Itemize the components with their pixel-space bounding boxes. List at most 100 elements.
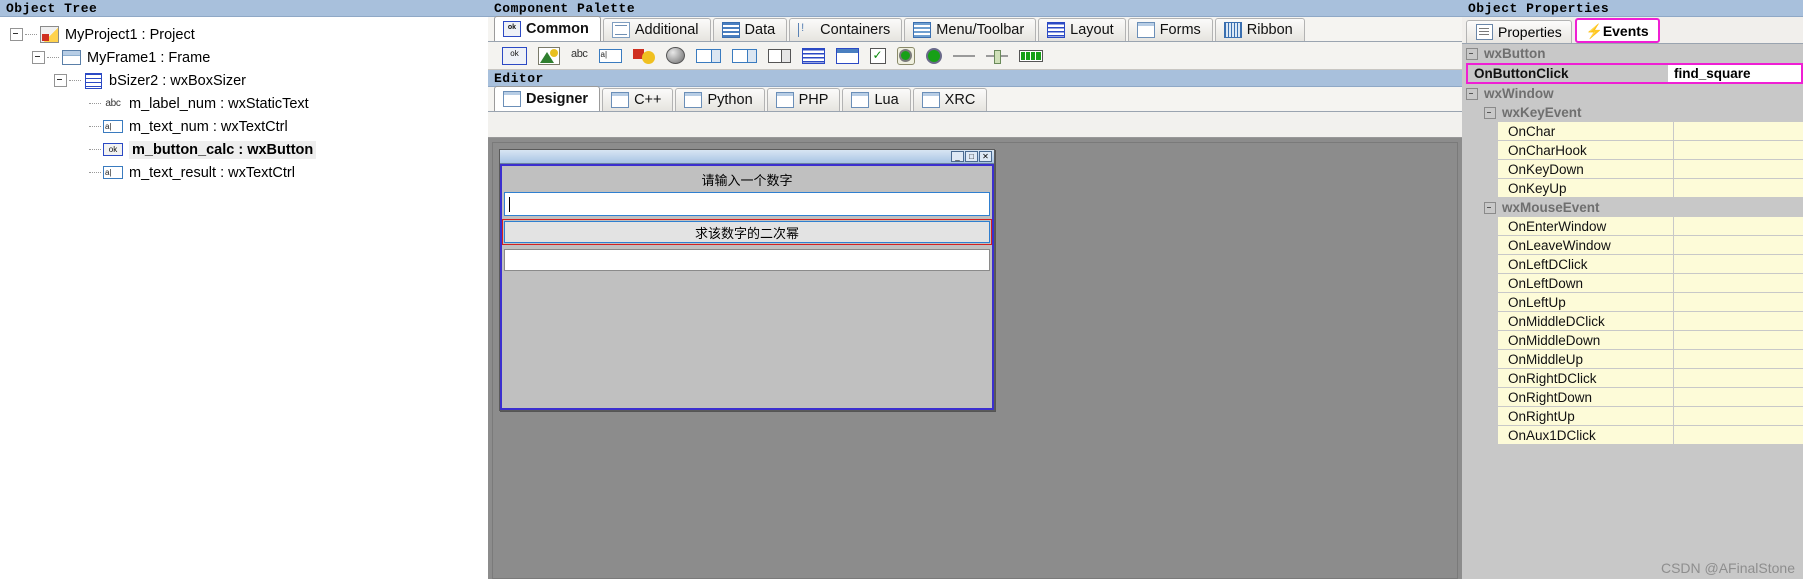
- event-group-wxWindow[interactable]: wxWindow: [1462, 84, 1803, 103]
- wxchoice-icon[interactable]: [767, 48, 791, 63]
- properties-tab-properties[interactable]: Properties: [1466, 20, 1572, 43]
- palette-tab-common[interactable]: ok Common: [494, 16, 601, 41]
- event-handler-value[interactable]: [1674, 255, 1803, 274]
- group-expander-icon[interactable]: [1466, 87, 1478, 100]
- wxbutton-icon[interactable]: ok: [502, 46, 527, 65]
- wxcheckbox-icon[interactable]: ✓: [869, 47, 886, 64]
- event-row[interactable]: OnRightDown: [1462, 388, 1803, 407]
- event-row[interactable]: OnKeyDown: [1462, 160, 1803, 179]
- palette-tab-forms[interactable]: Forms: [1127, 18, 1213, 41]
- palette-tab-additional[interactable]: Additional: [602, 18, 711, 41]
- event-row[interactable]: OnAux1DClick: [1462, 426, 1803, 445]
- wxstaticline-icon[interactable]: [952, 54, 975, 57]
- event-row[interactable]: OnLeaveWindow: [1462, 236, 1803, 255]
- minimize-button[interactable]: _: [951, 151, 964, 162]
- wxanimationctrl-icon[interactable]: [665, 47, 685, 64]
- wxbitmapbutton-icon[interactable]: [538, 46, 560, 65]
- event-handler-value[interactable]: [1674, 217, 1803, 236]
- event-row[interactable]: OnButtonClick find_square: [1466, 63, 1803, 84]
- palette-tab-ribbon[interactable]: Ribbon: [1214, 18, 1305, 41]
- event-row[interactable]: OnRightUp: [1462, 407, 1803, 426]
- wxstaticbitmap-icon[interactable]: [632, 48, 655, 64]
- palette-tab-layout[interactable]: Layout: [1038, 18, 1126, 41]
- event-handler-value[interactable]: [1674, 293, 1803, 312]
- wxgauge-icon[interactable]: [1018, 49, 1043, 62]
- event-handler-value[interactable]: [1674, 331, 1803, 350]
- designed-frame-body[interactable]: 请输入一个数字 求该数字的二次幂: [500, 164, 994, 410]
- palette-tab-data[interactable]: Data: [712, 18, 788, 41]
- tree-item[interactable]: bSizer2 : wxBoxSizer: [0, 69, 488, 92]
- designer-canvas[interactable]: _ □ ✕ 请输入一个数字 求该数字的二次幂: [488, 137, 1462, 579]
- event-row[interactable]: OnMiddleUp: [1462, 350, 1803, 369]
- event-row[interactable]: OnKeyUp: [1462, 179, 1803, 198]
- tree-item[interactable]: ok m_button_calc : wxButton: [0, 138, 488, 161]
- result-input-field[interactable]: [504, 249, 990, 271]
- event-handler-value[interactable]: [1674, 122, 1803, 141]
- event-row[interactable]: OnLeftUp: [1462, 293, 1803, 312]
- editor-tab-xrc[interactable]: XRC: [912, 88, 988, 111]
- tree-connector: [89, 102, 101, 105]
- textctrl-icon: a|: [103, 118, 123, 135]
- editor-tab-python[interactable]: Python: [675, 88, 765, 111]
- event-row[interactable]: OnMiddleDown: [1462, 331, 1803, 350]
- editor-tab-designer[interactable]: Designer: [494, 86, 601, 111]
- event-handler-value[interactable]: [1674, 141, 1803, 160]
- properties-tab-events[interactable]: ⚡ Events: [1574, 18, 1660, 43]
- wxlistbox-icon[interactable]: [801, 47, 825, 64]
- event-group-wxButton[interactable]: wxButton: [1462, 44, 1803, 63]
- wxlistctrl-icon[interactable]: [835, 47, 859, 64]
- group-expander-icon[interactable]: [1466, 47, 1478, 60]
- event-row[interactable]: OnEnterWindow: [1462, 217, 1803, 236]
- close-button[interactable]: ✕: [979, 151, 992, 162]
- event-handler-value[interactable]: [1674, 236, 1803, 255]
- tree-item[interactable]: MyProject1 : Project: [0, 23, 488, 46]
- number-input-field[interactable]: [504, 192, 990, 216]
- tree-item[interactable]: a| m_text_num : wxTextCtrl: [0, 115, 488, 138]
- wxslider-icon[interactable]: [985, 48, 1008, 64]
- event-group-wxKeyEvent[interactable]: wxKeyEvent: [1462, 103, 1803, 122]
- maximize-button[interactable]: □: [965, 151, 978, 162]
- wxstatictext-icon[interactable]: abc: [571, 48, 588, 64]
- editor-tab-php[interactable]: PHP: [766, 88, 841, 111]
- tree-expander-icon[interactable]: [32, 51, 45, 64]
- event-handler-value[interactable]: [1674, 160, 1803, 179]
- wxradiobutton-icon[interactable]: [925, 47, 942, 64]
- tree-expander-icon[interactable]: [54, 74, 67, 87]
- event-row[interactable]: OnCharHook: [1462, 141, 1803, 160]
- event-group-wxMouseEvent[interactable]: wxMouseEvent: [1462, 198, 1803, 217]
- wxtextctrl-icon[interactable]: a|: [598, 48, 622, 63]
- wxradiobutton-on-icon[interactable]: [896, 46, 915, 65]
- event-handler-value[interactable]: [1674, 350, 1803, 369]
- tree-item[interactable]: MyFrame1 : Frame: [0, 46, 488, 69]
- group-expander-icon[interactable]: [1484, 201, 1496, 214]
- palette-tab-menu-toolbar[interactable]: Menu/Toolbar: [904, 18, 1037, 41]
- tree-item[interactable]: a| m_text_result : wxTextCtrl: [0, 161, 488, 184]
- palette-tab-containers[interactable]: Containers: [789, 18, 903, 41]
- event-handler-value[interactable]: [1674, 407, 1803, 426]
- calc-button[interactable]: 求该数字的二次幂: [504, 221, 990, 243]
- event-handler-value[interactable]: [1674, 388, 1803, 407]
- events-grid[interactable]: wxButton OnButtonClick find_square wxWindow…: [1462, 44, 1803, 579]
- wxcombobox-icon[interactable]: [695, 48, 721, 63]
- event-handler-value[interactable]: [1674, 369, 1803, 388]
- designed-frame-window[interactable]: _ □ ✕ 请输入一个数字 求该数字的二次幂: [499, 149, 995, 411]
- wxcombobox2-icon[interactable]: [731, 48, 757, 63]
- event-handler-value[interactable]: [1674, 179, 1803, 198]
- editor-tab-lua[interactable]: Lua: [842, 88, 911, 111]
- event-handler-value[interactable]: [1674, 274, 1803, 293]
- event-handler-value[interactable]: find_square: [1668, 65, 1801, 82]
- editor-tab-c++[interactable]: C++: [602, 88, 674, 111]
- event-row[interactable]: OnMiddleDClick: [1462, 312, 1803, 331]
- event-name: OnMiddleDown: [1498, 331, 1674, 350]
- event-row[interactable]: OnLeftDown: [1462, 274, 1803, 293]
- tree-item[interactable]: abc m_label_num : wxStaticText: [0, 92, 488, 115]
- event-handler-value[interactable]: [1674, 312, 1803, 331]
- event-handler-value[interactable]: [1674, 426, 1803, 445]
- group-expander-icon[interactable]: [1484, 106, 1496, 119]
- python-icon: [684, 92, 703, 108]
- event-row[interactable]: OnChar: [1462, 122, 1803, 141]
- event-row[interactable]: OnLeftDClick: [1462, 255, 1803, 274]
- tree-expander-icon[interactable]: [10, 28, 23, 41]
- event-row[interactable]: OnRightDClick: [1462, 369, 1803, 388]
- designer-canvas-inner[interactable]: _ □ ✕ 请输入一个数字 求该数字的二次幂: [492, 142, 1458, 579]
